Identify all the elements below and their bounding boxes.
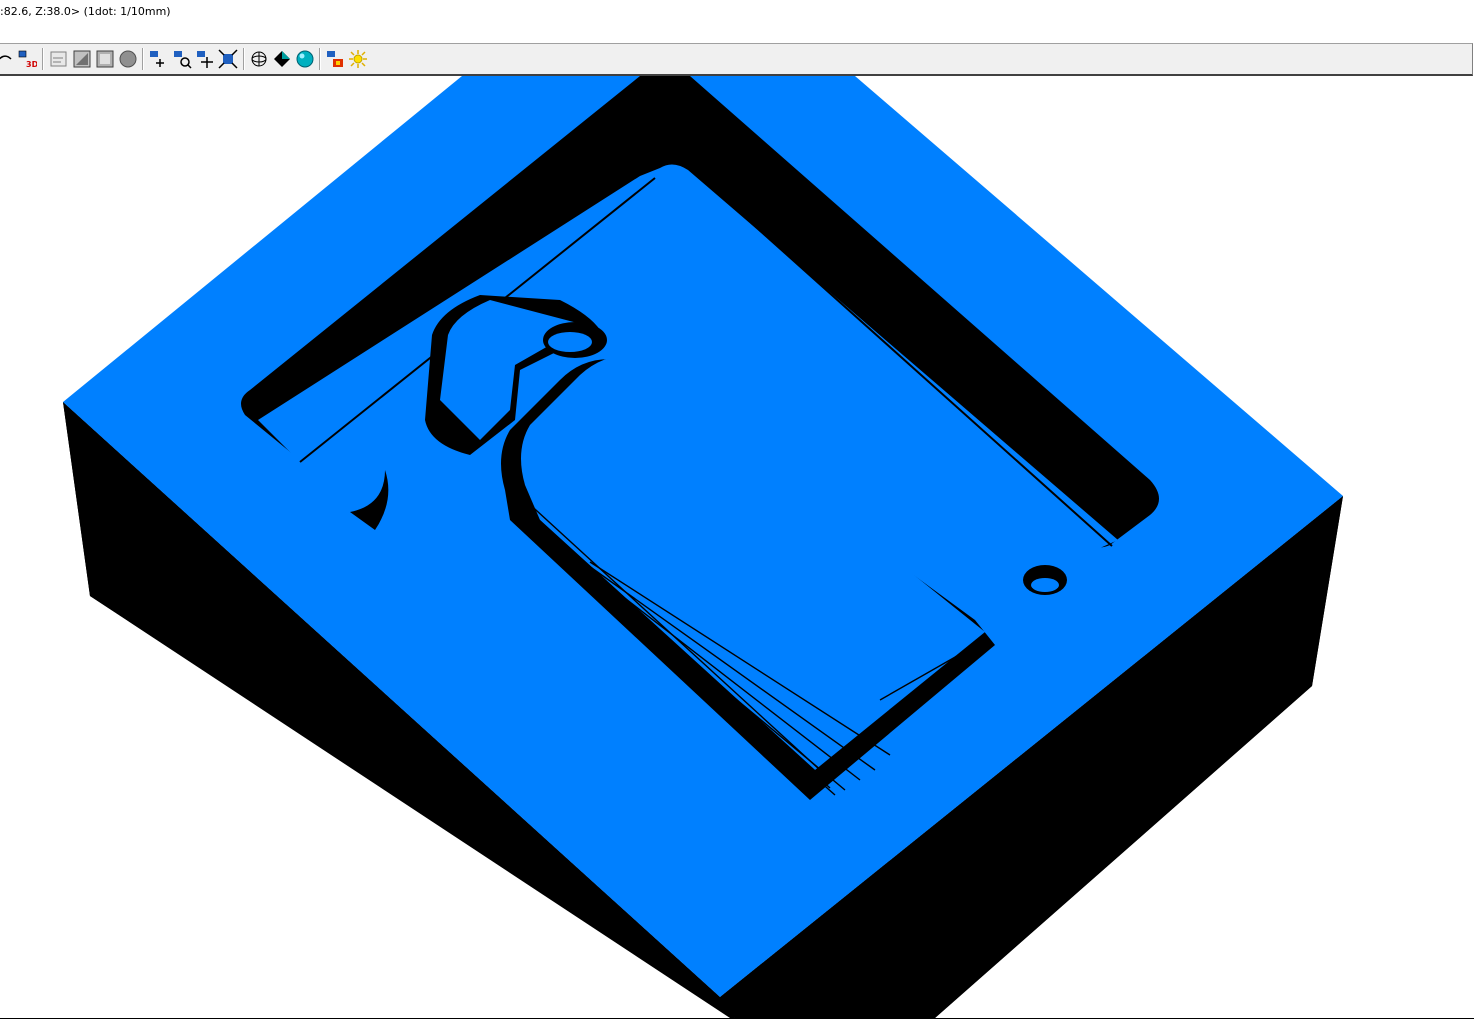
coordinate-readout: :82.6, Z:38.0> (1dot: 1/10mm) xyxy=(0,5,171,18)
color-settings-icon[interactable] xyxy=(324,48,346,70)
light-icon[interactable] xyxy=(347,48,369,70)
3d-viewport[interactable] xyxy=(0,76,1474,1018)
machining-model xyxy=(63,76,1343,1018)
pan-icon[interactable] xyxy=(147,48,169,70)
svg-text:3D: 3D xyxy=(26,60,37,69)
grid-view-icon[interactable] xyxy=(94,48,116,70)
viewport-bottom-border xyxy=(0,1018,1474,1019)
path-view-icon[interactable] xyxy=(48,48,70,70)
solid-circle-icon[interactable] xyxy=(117,48,139,70)
view-3d-icon[interactable]: 3D xyxy=(16,48,38,70)
slope-view-icon[interactable] xyxy=(71,48,93,70)
wire-sphere-icon[interactable] xyxy=(248,48,270,70)
curve-tool-icon[interactable] xyxy=(0,48,14,70)
zoom-icon[interactable] xyxy=(171,48,193,70)
shaded-sphere-icon[interactable] xyxy=(294,48,316,70)
move-icon[interactable] xyxy=(194,48,216,70)
view-toolbar: 3D xyxy=(0,43,1473,76)
shaded-diamond-icon[interactable] xyxy=(271,48,293,70)
status-bar: :82.6, Z:38.0> (1dot: 1/10mm) xyxy=(0,0,1474,42)
fit-view-icon[interactable] xyxy=(217,48,239,70)
